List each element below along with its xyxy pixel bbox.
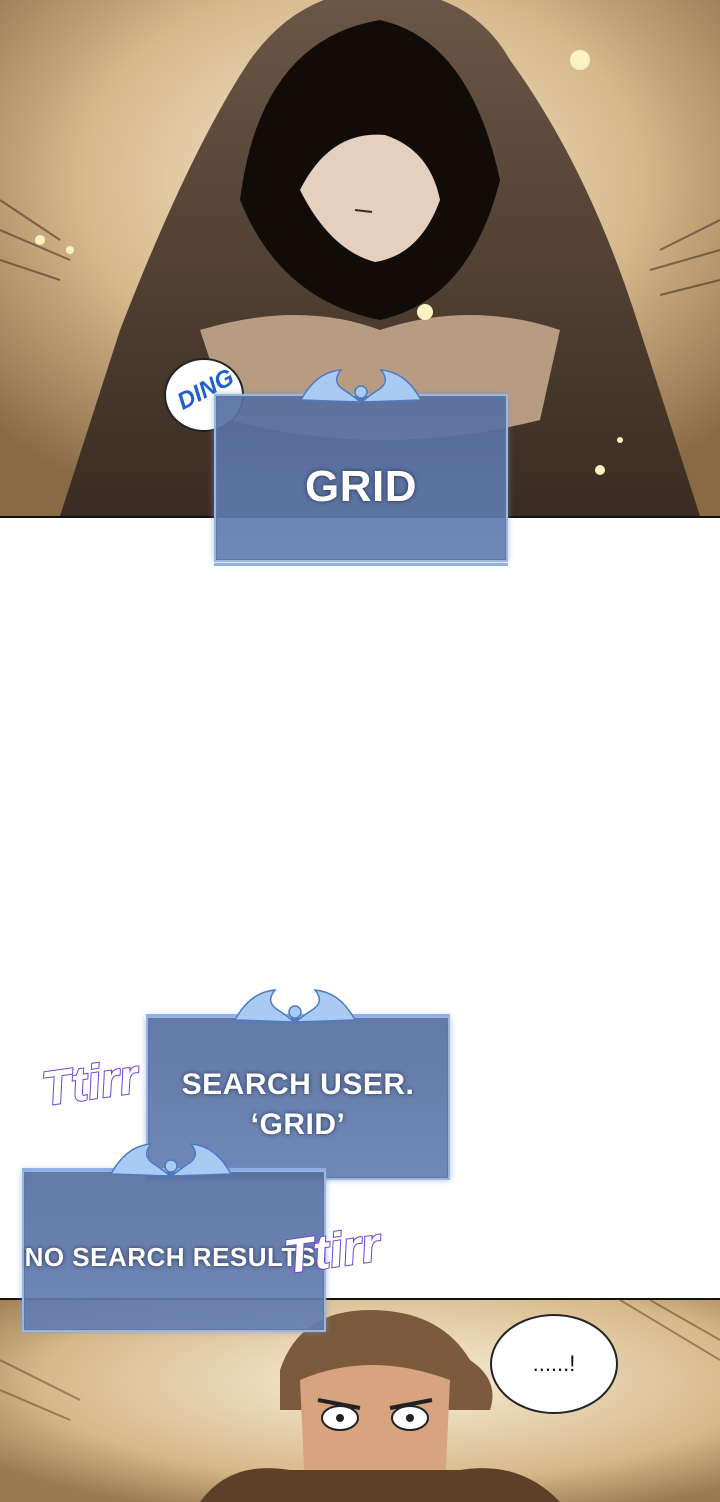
ttirr-sfx-2: Ttirr (280, 1218, 384, 1286)
system-window-ornament (299, 369, 423, 403)
ttirr-sfx-1: Ttirr (38, 1050, 142, 1118)
system-window-name-text: GRID (305, 462, 417, 511)
speech-bubble: ......! (490, 1314, 618, 1414)
system-window-no-results: NO SEARCH RESULTS. (22, 1168, 326, 1332)
search-user-line-1: SEARCH USER. (181, 1068, 415, 1101)
no-results-window-ornament (109, 1143, 233, 1177)
system-window-name: GRID (214, 394, 508, 566)
no-results-text: NO SEARCH RESULTS. (24, 1242, 324, 1272)
search-window-ornament (233, 989, 357, 1023)
system-window-bottom-rule (214, 563, 508, 566)
